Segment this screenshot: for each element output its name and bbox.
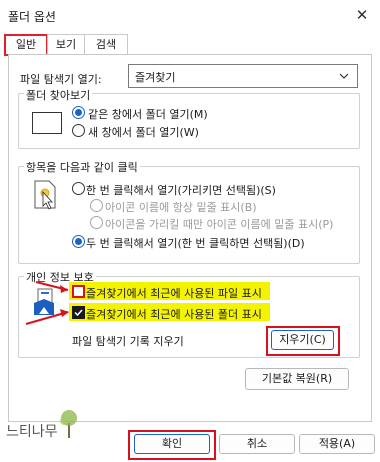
annotation-arrows: [25, 281, 69, 325]
watermark-text: 느티나무: [6, 424, 58, 440]
folder-window-icon: [32, 112, 62, 134]
window-title: 폴더 옵션: [8, 10, 56, 24]
radio-new-window[interactable]: [72, 124, 85, 137]
radio-single-click[interactable]: [72, 182, 85, 195]
restore-defaults-button[interactable]: 기본값 복원(R): [245, 368, 349, 390]
same-window-label: 같은 창에서 폴더 열기(M): [88, 108, 208, 121]
radio-double-click[interactable]: [72, 235, 85, 248]
recent-files-label: 즐겨찾기에서 최근에 사용된 파일 표시: [86, 287, 262, 300]
tab-search[interactable]: 검색: [84, 34, 128, 55]
tab-general[interactable]: 일반: [4, 34, 48, 56]
single-click-label: 한 번 클릭해서 열기(가리키면 선택됨)(S): [86, 184, 276, 197]
chevron-down-icon: [339, 73, 349, 79]
ok-button[interactable]: 확인: [134, 434, 210, 454]
close-button[interactable]: ✕: [350, 4, 374, 26]
radio-underline-hover[interactable]: [90, 216, 103, 229]
title-bar: [0, 0, 380, 30]
click-items-title: 항목을 다음과 같이 클릭: [24, 159, 140, 175]
checkmark-icon: [74, 309, 83, 317]
double-click-label: 두 번 클릭해서 열기(한 번 클릭하면 선택됨)(D): [86, 237, 305, 250]
frequent-folders-label: 즐겨찾기에서 최근에 사용된 폴더 표시: [86, 308, 262, 321]
close-icon: ✕: [355, 6, 369, 24]
radio-underline-always[interactable]: [90, 199, 103, 212]
clear-button[interactable]: 지우기(C): [271, 330, 334, 350]
tree-logo-icon: [60, 410, 77, 438]
underline-hover-label: 아이콘을 가리킬 때만 아이콘 이름에 밑줄 표시(P): [105, 218, 334, 231]
browse-folders-title: 폴더 찾아보기: [24, 87, 93, 103]
browse-select-value: 즐겨찾기: [135, 71, 176, 84]
browse-label: 파일 탐색기 열기:: [20, 73, 102, 86]
cancel-button[interactable]: 취소: [219, 434, 295, 454]
cursor-click-icon: [34, 180, 56, 210]
clear-history-label: 파일 탐색기 기록 지우기: [72, 335, 184, 348]
apply-button[interactable]: 적용(A): [299, 434, 375, 454]
radio-same-window[interactable]: [72, 106, 85, 119]
tab-view[interactable]: 보기: [47, 34, 85, 55]
underline-always-label: 아이콘 이름에 항상 밑줄 표시(B): [105, 201, 257, 214]
new-window-label: 새 창에서 폴더 열기(W): [88, 126, 199, 139]
browse-select[interactable]: 즐겨찾기: [128, 64, 358, 88]
